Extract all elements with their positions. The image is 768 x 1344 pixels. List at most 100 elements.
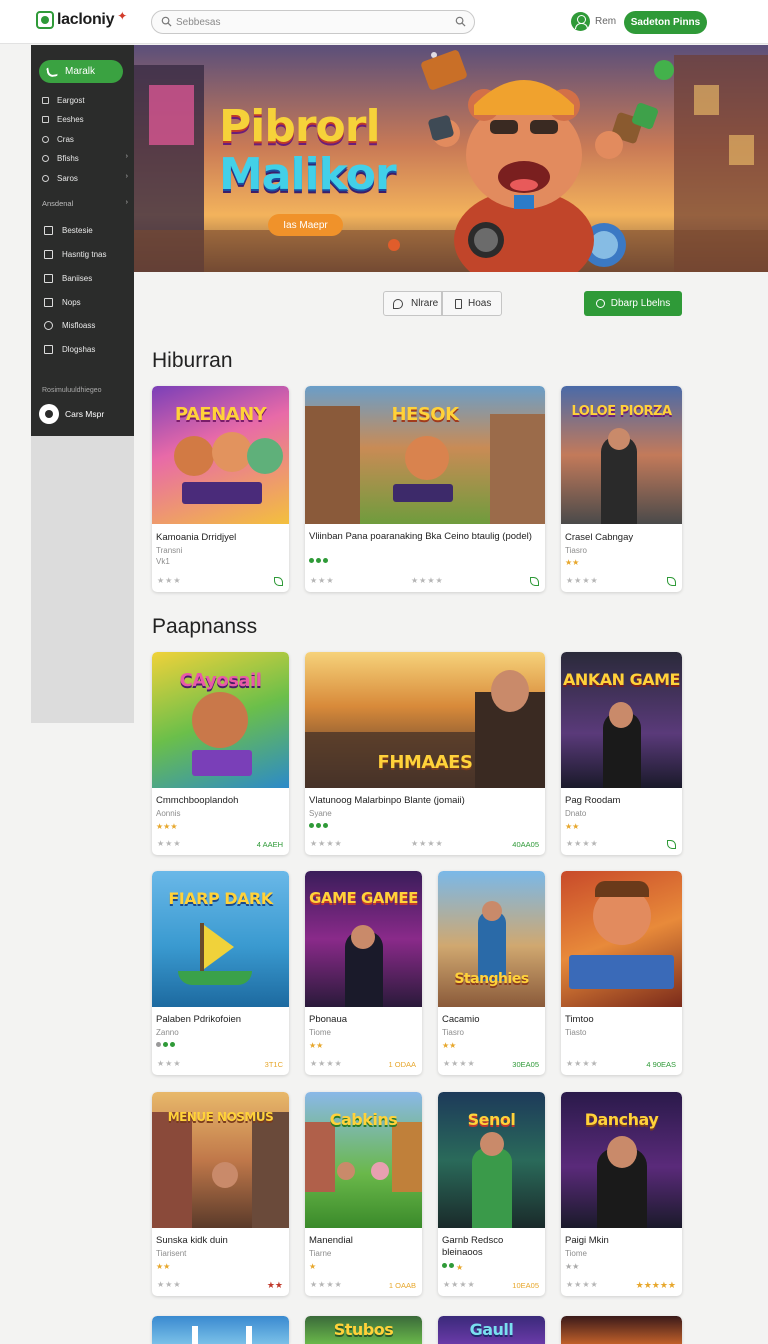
grid-icon xyxy=(44,273,53,283)
card-rating-secondary: ★★★★ xyxy=(411,576,444,585)
game-card[interactable]: FIARP DARK Palaben Pdrikofoien Zanno ★★★… xyxy=(152,871,289,1075)
leaf-icon xyxy=(667,840,676,849)
game-thumbnail: Stanghies xyxy=(438,871,545,1007)
card-rating-secondary: ★★★★ xyxy=(411,839,444,848)
hero-play-button[interactable]: Ias Maepr xyxy=(268,214,343,236)
game-card[interactable]: Timtoo Tiasto ★★★★ 4 90EAS xyxy=(561,871,682,1075)
thumbnail-title: Cabkins xyxy=(329,1110,398,1129)
card-hot-badge: ★★ xyxy=(266,1280,283,1290)
card-stars: ★★ xyxy=(565,1262,580,1271)
sidebar-sub-item-3[interactable]: Baniises xyxy=(44,271,130,285)
card-plays: 4 AAEH xyxy=(256,840,283,849)
card-rating: ★★★★ xyxy=(310,1280,343,1289)
game-card[interactable]: PAENANY Kamoania Drridjyel Transni Vk1 ★… xyxy=(152,386,289,592)
search-submit-icon[interactable] xyxy=(455,16,466,27)
logo-icon xyxy=(36,11,54,29)
card-rating: ★★★★ xyxy=(566,1280,599,1289)
game-card[interactable]: GAME GAMEE Pbonaua Tiome ★★ ★★★★ 1 ODAA xyxy=(305,871,422,1075)
game-card[interactable]: Senol Garnb Redsco bleinaoos ★ ★★★★ 10EA… xyxy=(438,1092,545,1296)
game-card[interactable]: HESOK Vliinban Pana poaranaking Bka Cein… xyxy=(305,386,545,592)
filter-action-label: Dbarp Lbelns xyxy=(610,298,671,309)
search-bar[interactable] xyxy=(151,10,475,34)
sidebar-sub-item-4[interactable]: Nops xyxy=(44,295,130,309)
game-card[interactable]: MENUE NOSMUS Sunska kidk duin Tiarisent … xyxy=(152,1092,289,1296)
game-thumbnail: CAyosail xyxy=(152,652,289,788)
card-subtitle: Tiome xyxy=(565,1249,587,1258)
game-card[interactable]: LOLOE PIORZA Crasel Cabngay Tiasro ★★ ★★… xyxy=(561,386,682,592)
card-stars: ★★ xyxy=(156,1262,171,1271)
game-card[interactable]: Cabkins Manendial Tiarne ★ ★★★★ 1 OAAB xyxy=(305,1092,422,1296)
pin-icon xyxy=(393,298,403,309)
card-subtitle: Syane xyxy=(309,809,332,818)
game-thumbnail: Gaull xyxy=(438,1316,545,1344)
leaf-icon xyxy=(530,577,539,586)
game-card[interactable]: FHMAAES Vlatunoog Malarbinpo Blante (jom… xyxy=(305,652,545,855)
game-card[interactable]: Stubos xyxy=(305,1316,422,1344)
user-menu[interactable]: Rem xyxy=(571,12,616,31)
sidebar-item-label: Saros xyxy=(57,173,78,183)
card-rating: ★★★ xyxy=(157,1280,182,1289)
filter-action-button[interactable]: Dbarp Lbelns xyxy=(584,291,682,316)
game-card[interactable] xyxy=(152,1316,289,1344)
game-thumbnail: Danchay xyxy=(561,1092,682,1228)
card-plays: 1 ODAA xyxy=(388,1060,416,1069)
sidebar-sub-item-5[interactable]: Misfloass xyxy=(44,318,130,332)
sidebar-section-label: Ansdenal xyxy=(42,199,74,208)
card-stars: ★★ xyxy=(565,558,580,567)
sidebar-sub-item-1[interactable]: Bestesie xyxy=(44,223,130,237)
chevron-right-icon: › xyxy=(125,153,128,160)
sidebar-primary-label: Maralk xyxy=(65,66,96,77)
section-title: Paapnanss xyxy=(152,615,258,638)
logo[interactable]: lacloniy ✦ xyxy=(36,9,127,29)
logo-text: lacloniy xyxy=(57,11,115,28)
flag-icon xyxy=(44,344,53,354)
sidebar-item-3[interactable]: Cras xyxy=(42,132,128,146)
game-card[interactable]: Danchay Paigi Mkin Tiome ★★ ★★★★ ★★★★★ xyxy=(561,1092,682,1296)
sidebar-account[interactable]: Cars Mspr xyxy=(39,404,104,424)
game-card[interactable]: Stanghies Cacamio Tiasro ★★ ★★★★ 30EA05 xyxy=(438,871,545,1075)
leaf-icon xyxy=(274,577,283,586)
sidebar-item-5[interactable]: Saros › xyxy=(42,171,128,185)
filter-toggle-left[interactable]: Nlrare xyxy=(383,291,442,316)
sidebar-primary-button[interactable]: Maralk xyxy=(39,60,123,83)
card-subtitle: Tiome xyxy=(309,1028,331,1037)
card-subtitle: Dnato xyxy=(565,809,587,818)
sidebar-sub-item-6[interactable]: Dlogshas xyxy=(44,342,130,356)
game-card[interactable]: Gaull xyxy=(438,1316,545,1344)
chevron-right-icon: › xyxy=(125,173,128,180)
signup-button[interactable]: Sadeton Pinns xyxy=(624,11,707,34)
filter-toggle-right[interactable]: Hoas xyxy=(442,291,502,316)
card-title: Manendial xyxy=(309,1235,353,1246)
tag-icon xyxy=(42,135,49,143)
search-input[interactable] xyxy=(176,14,436,30)
card-title: Timtoo xyxy=(565,1014,594,1025)
card-tags xyxy=(156,1042,175,1047)
game-card[interactable]: ANKAN GAME Pag Roodam Dnato ★★ ★★★★ xyxy=(561,652,682,855)
sidebar-item-label: Hasntig tnas xyxy=(62,249,107,259)
card-subtitle: Tiarisent xyxy=(156,1249,187,1258)
card-hot-badge: ★★★★★ xyxy=(635,1280,676,1290)
sidebar-section-head[interactable]: Ansdenal › xyxy=(42,199,128,208)
card-plays: 1 OAAB xyxy=(388,1281,416,1290)
card-rating: ★★★★ xyxy=(566,576,599,585)
game-card[interactable]: CAyosail Cmmchbooplandoh Aonnis ★★★ ★★★ … xyxy=(152,652,289,855)
sidebar-item-label: Eeshes xyxy=(57,114,84,124)
sidebar-item-1[interactable]: Eargost xyxy=(42,93,128,107)
game-thumbnail: PAENANY xyxy=(152,386,289,524)
thumbnail-title: FHMAAES xyxy=(377,752,473,773)
card-stars: ★★★ xyxy=(156,822,178,831)
game-thumbnail: Cabkins xyxy=(305,1092,422,1228)
sidebar-sub-item-2[interactable]: Hasntig tnas xyxy=(44,247,130,261)
thumbnail-title: GAME GAMEE xyxy=(309,889,418,907)
game-thumbnail: Stubos xyxy=(305,1316,422,1344)
sidebar: Maralk Eargost Eeshes Cras Bfishs › Saro… xyxy=(31,45,134,436)
account-label: Cars Mspr xyxy=(65,409,105,419)
sidebar-item-4[interactable]: Bfishs › xyxy=(42,151,128,165)
bookmark-icon xyxy=(455,298,462,309)
card-title: Pbonaua xyxy=(309,1014,348,1025)
card-subtitle: Tiasro xyxy=(442,1028,464,1037)
card-stars: ★★ xyxy=(565,822,580,831)
game-card[interactable] xyxy=(561,1316,682,1344)
sidebar-item-2[interactable]: Eeshes xyxy=(42,112,128,126)
thumbnail-title: ANKAN GAME xyxy=(563,670,680,689)
